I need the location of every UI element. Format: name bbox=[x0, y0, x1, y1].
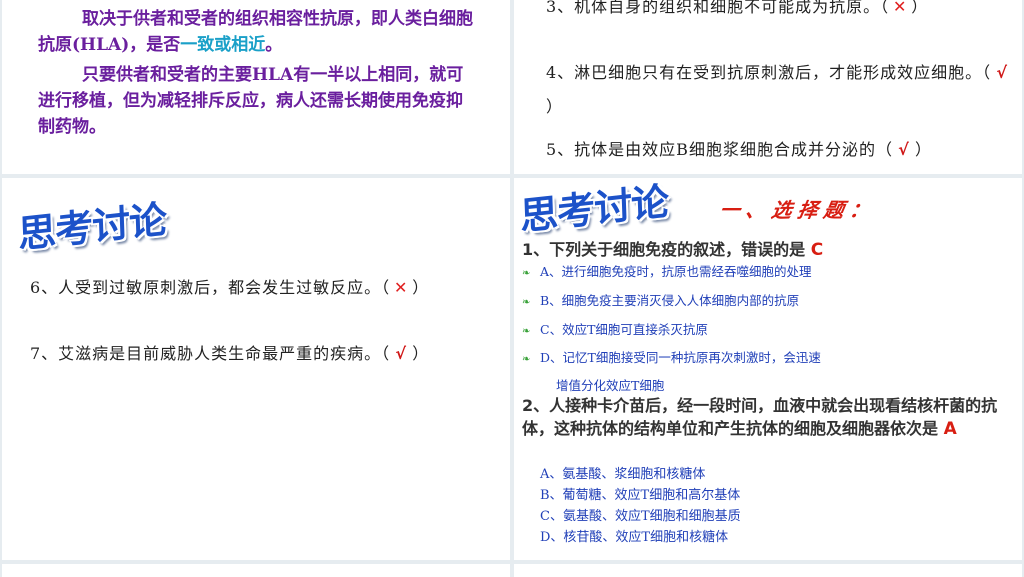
statement-7: 7、艾滋病是目前威胁人类生命最严重的疾病。（ √） bbox=[30, 342, 490, 366]
next-slide-strip-right bbox=[514, 564, 1022, 577]
question-2-option-b: B、葡萄糖、效应T细胞和高尔基体 bbox=[540, 488, 741, 503]
leaf-bullet-icon: ❧ bbox=[522, 297, 531, 308]
discussion-title: 思考讨论 bbox=[17, 197, 167, 257]
leaf-bullet-icon: ❧ bbox=[522, 354, 531, 365]
question-1: 1、下列关于细胞免疫的叙述，错误的是 C bbox=[522, 240, 824, 260]
slide-panel-discussion-left: 思考讨论 6、人受到过敏原刺激后，都会发生过敏反应。（ ✕） 7、艾滋病是目前威胁… bbox=[2, 178, 510, 560]
leaf-bullet-icon: ❧ bbox=[522, 326, 531, 337]
cross-icon: ✕ bbox=[393, 278, 409, 297]
leaf-bullet-icon: ❧ bbox=[522, 268, 531, 279]
hla-paragraph-2: 只要供者和受者的主要HLA有一半以上相同，就可进行移植，但为减轻排斥反应，病人还… bbox=[38, 62, 478, 140]
choice-title: 一、选择题： bbox=[717, 198, 878, 222]
question-2-option-a: A、氨基酸、浆细胞和核糖体 bbox=[540, 467, 706, 482]
answer-1: C bbox=[810, 240, 824, 260]
check-icon: √ bbox=[395, 344, 408, 363]
next-slide-strip-left bbox=[2, 564, 510, 577]
question-1-option-c: ❧ C、效应T细胞可直接杀灭抗原 bbox=[522, 322, 708, 340]
question-1-option-d: ❧ D、记忆T细胞接受同一种抗原再次刺激时，会迅速 bbox=[522, 350, 821, 368]
question-1-option-a: ❧ A、进行细胞免疫时，抗原也需经吞噬细胞的处理 bbox=[522, 264, 812, 282]
question-2: 2、人接种卡介苗后，经一段时间，血液中就会出现看结核杆菌的抗体，这种抗体的结构单… bbox=[522, 396, 998, 439]
hla-paragraph-1: 取决于供者和受者的组织相容性抗原，即人类白细胞抗原(HLA)，是否一致或相近。 bbox=[38, 9, 473, 55]
question-2-option-c: C、氨基酸、效应T细胞和细胞基质 bbox=[540, 509, 741, 524]
statement-6: 6、人受到过敏原刺激后，都会发生过敏反应。（ ✕） bbox=[30, 276, 490, 300]
slide-panel-hla: 取决于供者和受者的组织相容性抗原，即人类白细胞抗原(HLA)，是否一致或相近。 … bbox=[2, 0, 510, 174]
statement-5: 5、抗体是由效应B细胞浆细胞合成并分泌的（ √） bbox=[546, 138, 1016, 162]
question-1-option-d-continued: 增值分化效应T细胞 bbox=[556, 378, 665, 393]
slide-panel-choice-questions: 思考讨论 一、选择题： 1、下列关于细胞免疫的叙述，错误的是 C ❧ A、进行细胞… bbox=[514, 178, 1022, 560]
discussion-title: 思考讨论 bbox=[519, 179, 669, 239]
answer-2: A bbox=[943, 419, 957, 439]
slide-panel-statements: 3、机体自身的组织和细胞不可能成为抗原。（ ✕） 4、淋巴细胞只有在受到抗原刺激后… bbox=[514, 0, 1022, 174]
hla-text-2: 只要供者和受者的主要HLA有一半以上相同，就可进行移植，但为减轻排斥反应，病人还… bbox=[38, 65, 464, 137]
hla-highlight: 一致或相近 bbox=[180, 35, 266, 55]
question-1-option-b: ❧ B、细胞免疫主要消灭侵入人体细胞内部的抗原 bbox=[522, 293, 799, 311]
statement-4: 4、淋巴细胞只有在受到抗原刺激后，才能形成效应细胞。（ √） bbox=[546, 56, 1016, 124]
check-icon: √ bbox=[996, 63, 1009, 82]
cross-icon: ✕ bbox=[892, 0, 908, 16]
question-2-option-d: D、核苷酸、效应T细胞和核糖体 bbox=[540, 530, 729, 545]
statement-3: 3、机体自身的组织和细胞不可能成为抗原。（ ✕） bbox=[546, 0, 1016, 19]
check-icon: √ bbox=[898, 140, 910, 159]
